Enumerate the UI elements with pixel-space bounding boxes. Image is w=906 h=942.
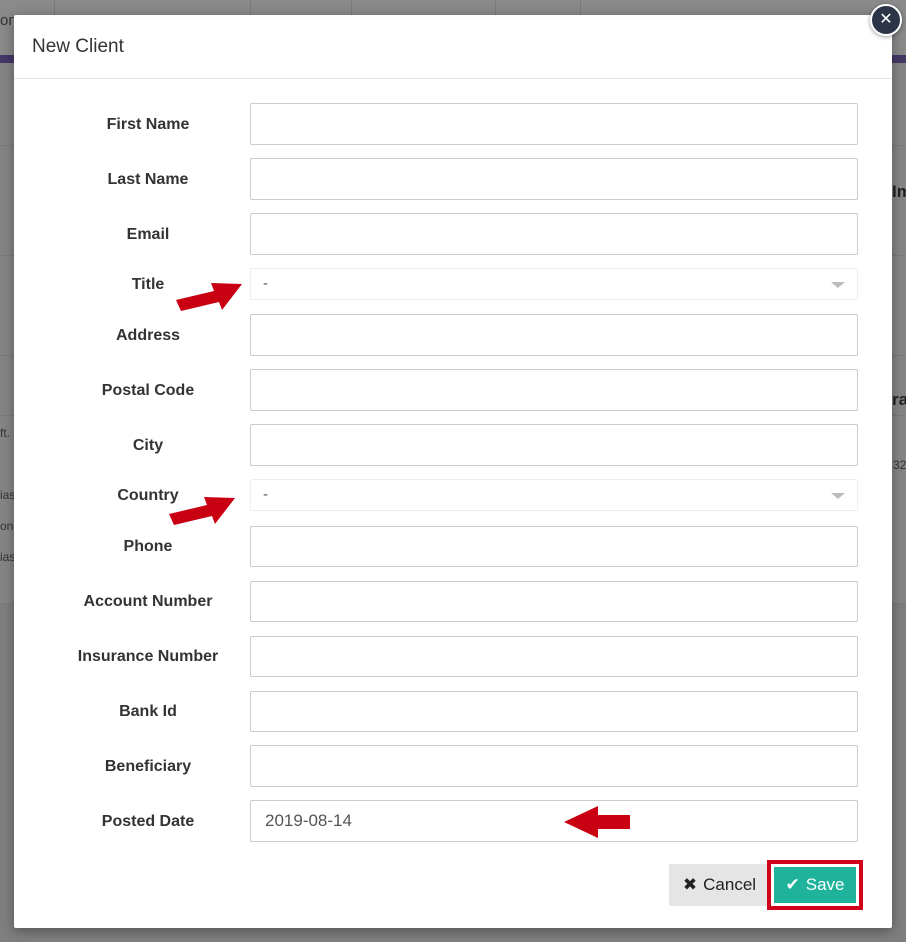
bank-id-input[interactable]	[250, 691, 858, 732]
email-input[interactable]	[250, 213, 858, 255]
background-text: Im	[892, 182, 906, 201]
annotation-arrow-icon	[176, 283, 242, 311]
address-label: Address	[115, 327, 181, 344]
account-number-input[interactable]	[250, 581, 858, 622]
city-input[interactable]	[250, 424, 858, 466]
beneficiary-label: Beneficiary	[104, 758, 192, 775]
country-select[interactable]: -	[250, 479, 858, 511]
cancel-button-label: Cancel	[703, 875, 757, 894]
last-name-input[interactable]	[250, 158, 858, 200]
title-select-value: -	[263, 275, 268, 292]
modal-header: New Client	[14, 15, 892, 79]
postal-code-label: Postal Code	[101, 382, 195, 399]
save-button-highlight: ✔ Save	[767, 860, 863, 910]
last-name-label: Last Name	[107, 171, 189, 188]
chevron-down-icon	[831, 282, 845, 288]
cancel-button[interactable]: ✖ Cancel	[669, 864, 770, 906]
posted-date-input[interactable]	[250, 800, 858, 842]
beneficiary-input[interactable]	[250, 745, 858, 787]
background-text: ra	[892, 390, 906, 409]
save-button-label: Save	[805, 875, 845, 894]
chevron-down-icon	[831, 493, 845, 499]
close-icon[interactable]: ✕	[870, 4, 902, 36]
save-button[interactable]: ✔ Save	[774, 867, 856, 903]
close-icon: ✖	[682, 875, 698, 894]
background-text: 32	[893, 458, 906, 472]
city-label: City	[132, 437, 164, 454]
insurance-number-label: Insurance Number	[77, 648, 219, 665]
email-label: Email	[126, 226, 170, 243]
annotation-arrow-icon	[169, 497, 235, 525]
first-name-label: First Name	[106, 116, 190, 133]
postal-code-input[interactable]	[250, 369, 858, 411]
address-input[interactable]	[250, 314, 858, 356]
new-client-modal: New Client First Name Last Name Email Ti…	[14, 15, 892, 928]
first-name-input[interactable]	[250, 103, 858, 145]
title-select[interactable]: -	[250, 268, 858, 300]
bank-id-label: Bank Id	[119, 703, 177, 720]
phone-input[interactable]	[250, 526, 858, 567]
background-text: ft.	[0, 426, 11, 440]
country-select-value: -	[263, 486, 268, 503]
check-icon: ✔	[785, 875, 800, 894]
insurance-number-input[interactable]	[250, 636, 858, 677]
background-text: on	[0, 519, 14, 533]
phone-label: Phone	[123, 538, 173, 555]
posted-date-label: Posted Date	[101, 813, 195, 830]
modal-title: New Client	[32, 35, 124, 57]
annotation-arrow-icon	[564, 806, 630, 838]
account-number-label: Account Number	[83, 593, 213, 610]
